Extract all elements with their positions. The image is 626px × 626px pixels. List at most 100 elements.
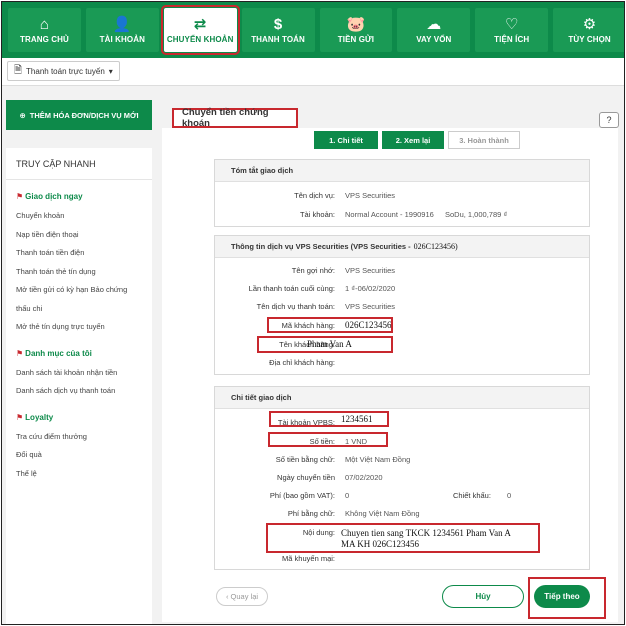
- transfer-date-label: Ngày chuyển tiền: [277, 473, 335, 482]
- amount-words-value: Một Việt Nam Đồng: [345, 455, 411, 464]
- discount-value: 0: [507, 491, 512, 500]
- nickname-label: Tên gợi nhớ:: [291, 266, 335, 275]
- fee-label: Phí (bao gồm VAT):: [269, 491, 335, 500]
- nav-home[interactable]: ⌂ TRANG CHỦ: [8, 8, 81, 52]
- nav-options-label: TÙY CHỌN: [568, 34, 611, 44]
- last-payment-label: Lần thanh toán cuối cùng:: [248, 284, 335, 293]
- user-icon: 👤: [112, 15, 132, 33]
- details-header: Chi tiết giao dịch: [215, 387, 589, 409]
- loan-icon: ☁: [426, 15, 442, 33]
- transfer-date-value: 07/02/2020: [345, 473, 383, 482]
- app-frame: ⌂ TRANG CHỦ 👤 TÀI KHOẢN ⇄ CHUYỂN KHOẢN $…: [1, 1, 625, 625]
- customer-code-highlight: [267, 317, 393, 333]
- nav-account-label: TÀI KHOẢN: [99, 34, 145, 44]
- nav-utilities[interactable]: ♡ TIỆN ÍCH: [475, 8, 549, 52]
- service-info-code: 026C123456): [413, 242, 458, 251]
- home-icon: ⌂: [39, 15, 50, 33]
- help-icon[interactable]: ?: [599, 112, 619, 128]
- cancel-button[interactable]: Hủy: [442, 585, 524, 608]
- sidebar-item[interactable]: Mở thẻ tín dụng trực tuyến: [6, 318, 152, 337]
- chevron-down-icon: ▾: [108, 66, 113, 76]
- sidebar-item[interactable]: thấu chi: [6, 300, 152, 319]
- step-review: 2. Xem lại: [382, 131, 444, 149]
- nav-payment-label: THANH TOÁN: [251, 34, 305, 44]
- customer-name-highlight: [257, 336, 393, 353]
- nav-transfer[interactable]: ⇄ CHUYỂN KHOẢN: [160, 5, 240, 55]
- sidebar-item[interactable]: Nạp tiền điện thoại: [6, 226, 152, 245]
- toolbar: 🗎 Thanh toán trực tuyến ▾: [2, 58, 624, 86]
- section-label: Giao dịch ngay: [25, 192, 83, 201]
- payment-icon: $: [273, 15, 283, 33]
- fee-words-label: Phí bằng chữ:: [287, 509, 335, 518]
- service-label: Tên dịch vụ:: [294, 191, 335, 200]
- payment-service-value: VPS Securities: [345, 302, 396, 311]
- nav-loan[interactable]: ☁ VAY VỐN: [397, 8, 471, 52]
- next-button-highlight: [528, 577, 606, 619]
- nickname-value: VPS Securities: [345, 266, 396, 275]
- nav-transfer-label: CHUYỂN KHOẢN: [166, 34, 234, 44]
- content-highlight: [266, 523, 540, 553]
- account-value: Normal Account - 1990916: [345, 210, 434, 219]
- summary-header: Tóm tắt giao dịch: [215, 160, 589, 182]
- sidebar-item[interactable]: Mở tiền gửi có kỳ hạn Bảo chứng: [6, 281, 152, 300]
- page-title: Chuyển tiền chứng khoán: [172, 107, 298, 129]
- sidebar-item[interactable]: Thanh toán thẻ tín dụng: [6, 263, 152, 282]
- sidebar-section-title: ⚑ Loyalty: [6, 413, 152, 422]
- top-nav: ⌂ TRANG CHỦ 👤 TÀI KHOẢN ⇄ CHUYỂN KHOẢN $…: [2, 2, 624, 58]
- last-payment-value: 1 ₫-06/02/2020: [345, 284, 396, 293]
- sidebar-item[interactable]: Tra cứu điểm thưởng: [6, 428, 152, 447]
- customer-address-label: Địa chỉ khách hàng:: [269, 358, 335, 367]
- nav-deposit[interactable]: 🐷 TIỀN GỬI: [319, 8, 393, 52]
- piggy-icon: 🐷: [346, 15, 366, 33]
- back-button[interactable]: ‹ Quay lại: [216, 587, 268, 606]
- sidebar-item[interactable]: Danh sách dịch vụ thanh toán: [6, 382, 152, 401]
- nav-utilities-label: TIỆN ÍCH: [494, 34, 530, 44]
- nav-deposit-label: TIỀN GỬI: [337, 34, 375, 44]
- sidebar-item[interactable]: Danh sách tài khoản nhận tiền: [6, 364, 152, 383]
- section-label: Loyalty: [25, 412, 54, 422]
- add-bill-label: THÊM HÓA ĐƠN/DỊCH VỤ MỚI: [29, 110, 139, 120]
- nav-options[interactable]: ⚙ TÙY CHỌN: [553, 8, 624, 52]
- sidebar-item[interactable]: Chuyển khoản: [6, 207, 152, 226]
- service-value: VPS Securities: [345, 191, 396, 200]
- flag-icon: ⚑: [16, 348, 24, 358]
- amount-words-label: Số tiền bằng chữ:: [275, 455, 335, 464]
- service-info-card: Thông tin dịch vụ VPS Securities (VPS Se…: [214, 235, 590, 375]
- heart-icon: ♡: [504, 15, 519, 33]
- payment-type-dropdown[interactable]: 🗎 Thanh toán trực tuyến ▾: [7, 61, 120, 81]
- quick-access-sidebar: TRUY CẬP NHANH ⚑ Giao dịch ngay Chuyển kh…: [6, 148, 152, 624]
- account-label: Tài khoản:: [299, 210, 335, 219]
- settings-icon: ⚙: [582, 15, 597, 33]
- sidebar-section-title: ⚑ Danh mục của tôi: [6, 349, 152, 358]
- balance-value: SoDu, 1,000,789 ₫: [445, 210, 508, 219]
- add-user-icon: ⊕: [19, 110, 26, 120]
- service-info-header: Thông tin dịch vụ VPS Securities (VPS Se…: [215, 236, 589, 258]
- sidebar-item[interactable]: Thể lệ: [6, 465, 152, 484]
- flag-icon: ⚑: [16, 412, 24, 422]
- vpbs-account-highlight: [269, 411, 389, 427]
- stepper: 1. Chi tiết 2. Xem lại 3. Hoàn thành: [314, 131, 520, 149]
- step-complete: 3. Hoàn thành: [448, 131, 520, 149]
- sidebar-item[interactable]: Thanh toán tiền điện: [6, 244, 152, 263]
- nav-home-label: TRANG CHỦ: [19, 34, 69, 44]
- discount-label: Chiết khấu:: [453, 491, 491, 500]
- summary-card: Tóm tắt giao dịch Tên dịch vụ: VPS Secur…: [214, 159, 590, 227]
- add-bill-button[interactable]: ⊕ THÊM HÓA ĐƠN/DỊCH VỤ MỚI: [6, 100, 152, 130]
- flag-icon: ⚑: [16, 192, 24, 201]
- section-label: Danh mục của tôi: [25, 348, 92, 358]
- fee-value: 0: [345, 491, 350, 500]
- service-info-title: Thông tin dịch vụ VPS Securities (VPS Se…: [231, 242, 411, 251]
- nav-payment[interactable]: $ THANH TOÁN: [241, 8, 315, 52]
- step-details: 1. Chi tiết: [314, 131, 378, 149]
- transfer-icon: ⇄: [193, 15, 207, 33]
- sidebar-item[interactable]: Đổi quà: [6, 446, 152, 465]
- sidebar-title: TRUY CẬP NHANH: [6, 148, 152, 180]
- dropdown-label: Thanh toán trực tuyến: [26, 66, 105, 76]
- promo-label: Mã khuyến mại:: [282, 554, 335, 563]
- nav-account[interactable]: 👤 TÀI KHOẢN: [85, 8, 159, 52]
- document-icon: 🗎: [14, 64, 23, 76]
- amount-highlight: [268, 432, 388, 447]
- fee-words-value: Không Việt Nam Đồng: [345, 509, 420, 518]
- sidebar-section-title: ⚑ Giao dịch ngay: [6, 192, 152, 201]
- nav-loan-label: VAY VỐN: [416, 34, 452, 44]
